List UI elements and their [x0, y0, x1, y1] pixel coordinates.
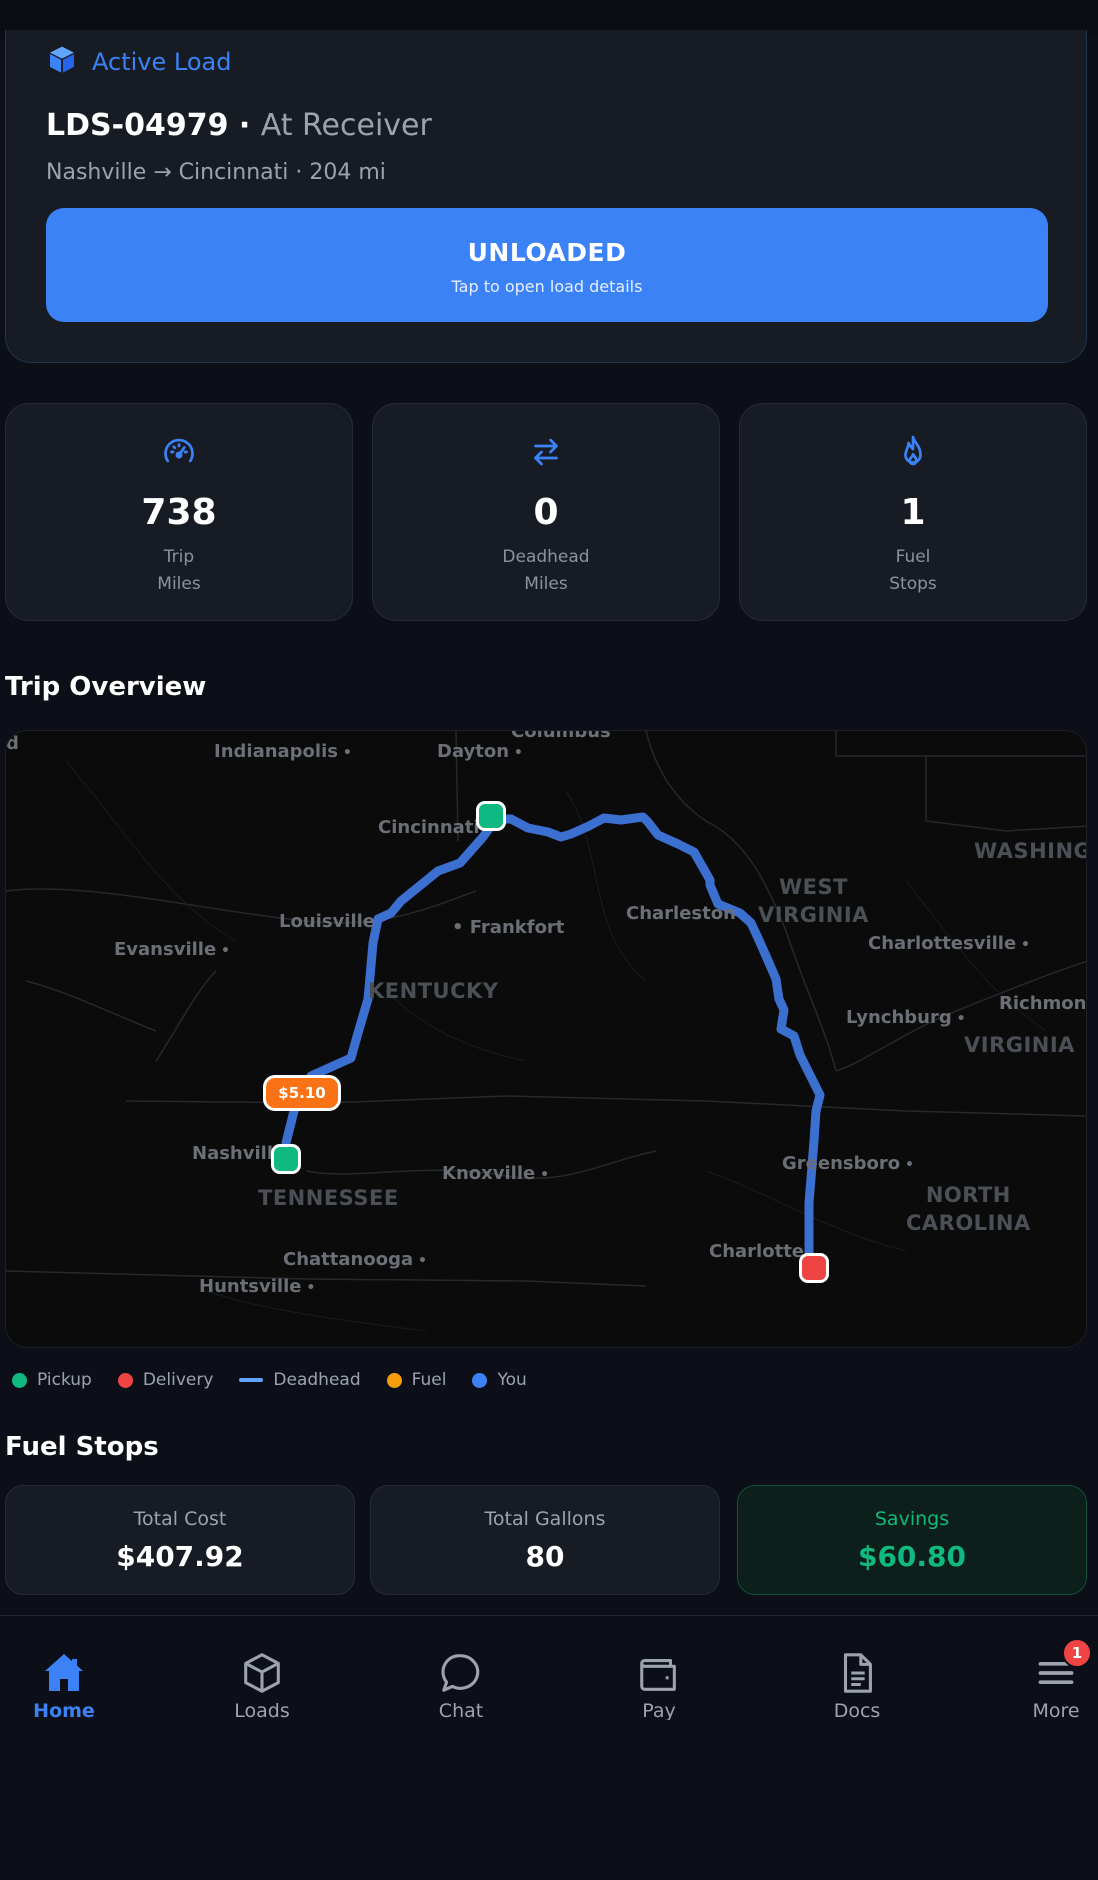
- deadhead-miles-value: 0: [533, 492, 559, 533]
- map-label-lynchburg: Lynchburg: [846, 1007, 966, 1028]
- fuel-stops-label: Fuel Stops: [889, 547, 937, 594]
- load-title: LDS-04979 · At Receiver: [46, 108, 432, 143]
- map-legend: Pickup Delivery Deadhead Fuel You: [12, 1370, 527, 1390]
- box-icon: [46, 44, 78, 80]
- trip-overview-title: Trip Overview: [5, 672, 207, 702]
- map-label-virginia: VIRGINIA: [964, 1033, 1075, 1057]
- nav-pay[interactable]: Pay: [599, 1648, 719, 1720]
- map-label-greensboro: Greensboro: [782, 1153, 914, 1174]
- swap-arrows-icon: [373, 434, 719, 470]
- active-load-label: Active Load: [92, 48, 232, 76]
- nav-loads-label: Loads: [234, 1700, 290, 1720]
- notification-badge: 1: [1062, 1638, 1092, 1668]
- map-label-louisville: Louisville: [279, 911, 375, 932]
- title-separator: ·: [228, 108, 261, 143]
- pickup-pin-cincinnati[interactable]: [476, 801, 506, 831]
- nav-home[interactable]: Home: [4, 1648, 124, 1720]
- map-label-huntsville: Huntsville: [199, 1276, 315, 1297]
- fuel-price-marker[interactable]: $5.10: [263, 1075, 341, 1111]
- active-load-header: Active Load: [46, 44, 231, 80]
- map-label-evansville: Evansville: [114, 939, 230, 960]
- active-load-card[interactable]: Active Load LDS-04979 · At Receiver Nash…: [5, 30, 1087, 363]
- delivery-pin-charlotte[interactable]: [799, 1253, 829, 1283]
- pickup-dot-icon: [12, 1372, 27, 1388]
- map-label-west-virginia: WEST VIRGINIA: [758, 875, 869, 927]
- stat-card-deadhead-miles: 0 Deadhead Miles: [372, 403, 720, 621]
- nav-more[interactable]: More 1: [996, 1638, 1098, 1720]
- map-label-frankfort: • Frankfort: [452, 917, 565, 938]
- nav-more-label: More: [1032, 1700, 1080, 1720]
- map-label-kentucky: KENTUCKY: [368, 979, 499, 1003]
- nav-chat-label: Chat: [438, 1700, 484, 1720]
- home-icon: [4, 1648, 124, 1698]
- chat-bubble-icon: [401, 1648, 521, 1698]
- deadhead-line-icon: [239, 1378, 264, 1382]
- legend-delivery: Delivery: [117, 1370, 213, 1390]
- flame-icon: [740, 434, 1086, 470]
- trip-map[interactable]: d Columbus Indianapolis Dayton Cincinnat…: [5, 730, 1087, 1348]
- package-icon: [202, 1648, 322, 1698]
- unloaded-button-label: UNLOADED: [467, 238, 627, 267]
- unloaded-button[interactable]: UNLOADED Tap to open load details: [46, 208, 1048, 322]
- map-label-richmond: Richmon: [999, 993, 1087, 1014]
- load-status: At Receiver: [260, 108, 432, 143]
- you-dot-icon: [472, 1372, 488, 1388]
- bottom-nav: Home Loads Chat Pay Docs More 1: [0, 1615, 1098, 1880]
- total-cost-card: Total Cost $407.92: [5, 1485, 355, 1595]
- nav-home-label: Home: [33, 1700, 95, 1720]
- fuel-dot-icon: [386, 1372, 402, 1388]
- savings-label: Savings: [874, 1508, 950, 1530]
- map-base: [6, 731, 1086, 1332]
- map-label-dayton: Dayton: [437, 741, 523, 762]
- map-label-knoxville: Knoxville: [442, 1163, 549, 1184]
- legend-fuel: Fuel: [386, 1370, 446, 1390]
- total-gallons-card: Total Gallons 80: [370, 1485, 720, 1595]
- savings-value: $60.80: [857, 1540, 967, 1573]
- nav-docs[interactable]: Docs: [797, 1648, 917, 1720]
- map-label-indianapolis: Indianapolis: [214, 741, 352, 762]
- delivery-dot-icon: [117, 1372, 133, 1388]
- wallet-icon: [599, 1648, 719, 1698]
- map-label-charleston: Charleston: [626, 903, 736, 924]
- legend-deadhead: Deadhead: [239, 1370, 361, 1390]
- fuel-stops-title: Fuel Stops: [5, 1432, 159, 1462]
- map-label-charlotte: Charlotte: [709, 1241, 805, 1262]
- stat-card-trip-miles: 738 Trip Miles: [5, 403, 353, 621]
- nav-loads[interactable]: Loads: [202, 1648, 322, 1720]
- map-label-tennessee: TENNESSEE: [258, 1186, 399, 1210]
- total-cost-label: Total Cost: [133, 1508, 227, 1530]
- map-label-fragment: d: [6, 733, 19, 754]
- map-label-charlottesville: Charlottesville: [868, 933, 1030, 954]
- total-gallons-label: Total Gallons: [484, 1508, 606, 1530]
- document-icon: [797, 1648, 917, 1698]
- pickup-pin-nashville[interactable]: [271, 1144, 301, 1174]
- savings-card: Savings $60.80: [737, 1485, 1087, 1595]
- map-label-cincinnati: Cincinnati: [378, 817, 480, 838]
- unloaded-button-hint: Tap to open load details: [451, 277, 643, 296]
- legend-pickup: Pickup: [12, 1370, 92, 1390]
- trip-miles-label: Trip Miles: [157, 547, 201, 594]
- trip-miles-value: 738: [141, 492, 217, 533]
- legend-you: You: [472, 1370, 527, 1390]
- speedometer-icon: [6, 434, 352, 470]
- map-label-columbus: Columbus: [511, 730, 611, 742]
- load-id: LDS-04979: [46, 108, 229, 143]
- fuel-stops-value: 1: [900, 492, 926, 533]
- map-label-chattanooga: Chattanooga: [283, 1249, 427, 1270]
- stat-card-fuel-stops: 1 Fuel Stops: [739, 403, 1087, 621]
- total-cost-value: $407.92: [116, 1540, 244, 1573]
- total-gallons-value: 80: [525, 1540, 565, 1573]
- map-label-washington: WASHINGTO: [974, 839, 1086, 863]
- load-route: Nashville → Cincinnati · 204 mi: [46, 160, 386, 185]
- nav-docs-label: Docs: [833, 1700, 881, 1720]
- nav-pay-label: Pay: [642, 1700, 676, 1720]
- map-label-north-carolina: NORTH CAROLINA: [906, 1183, 1031, 1235]
- nav-chat[interactable]: Chat: [401, 1648, 521, 1720]
- deadhead-miles-label: Deadhead Miles: [502, 547, 590, 594]
